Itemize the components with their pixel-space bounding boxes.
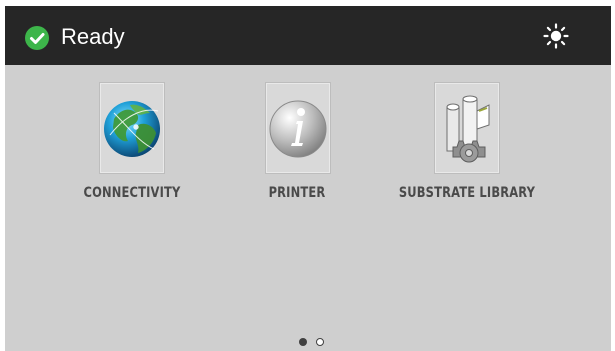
info-icon [269,100,327,158]
page-dot-2[interactable] [316,338,324,346]
substrate-library-button[interactable] [434,82,500,174]
printer-label: PRINTER [268,185,326,201]
brightness-icon[interactable] [543,23,569,49]
substrate-rolls-gear-icon [446,95,490,163]
page-dot-1[interactable] [299,338,307,346]
connectivity-label: CONNECTIVITY [83,185,181,201]
status-text: Ready [61,24,125,49]
check-circle-icon [25,26,49,50]
connectivity-button[interactable] [99,82,165,174]
substrate-library-label: SUBSTRATE LIBRARY [398,185,536,201]
page-indicator [5,338,611,348]
globe-icon [104,101,160,157]
printer-button[interactable] [265,82,331,174]
touch-panel-screen: Ready CONNECTIVITY PRINTER SUBSTRATE LIB… [5,6,611,351]
status-bar: Ready [5,6,611,65]
